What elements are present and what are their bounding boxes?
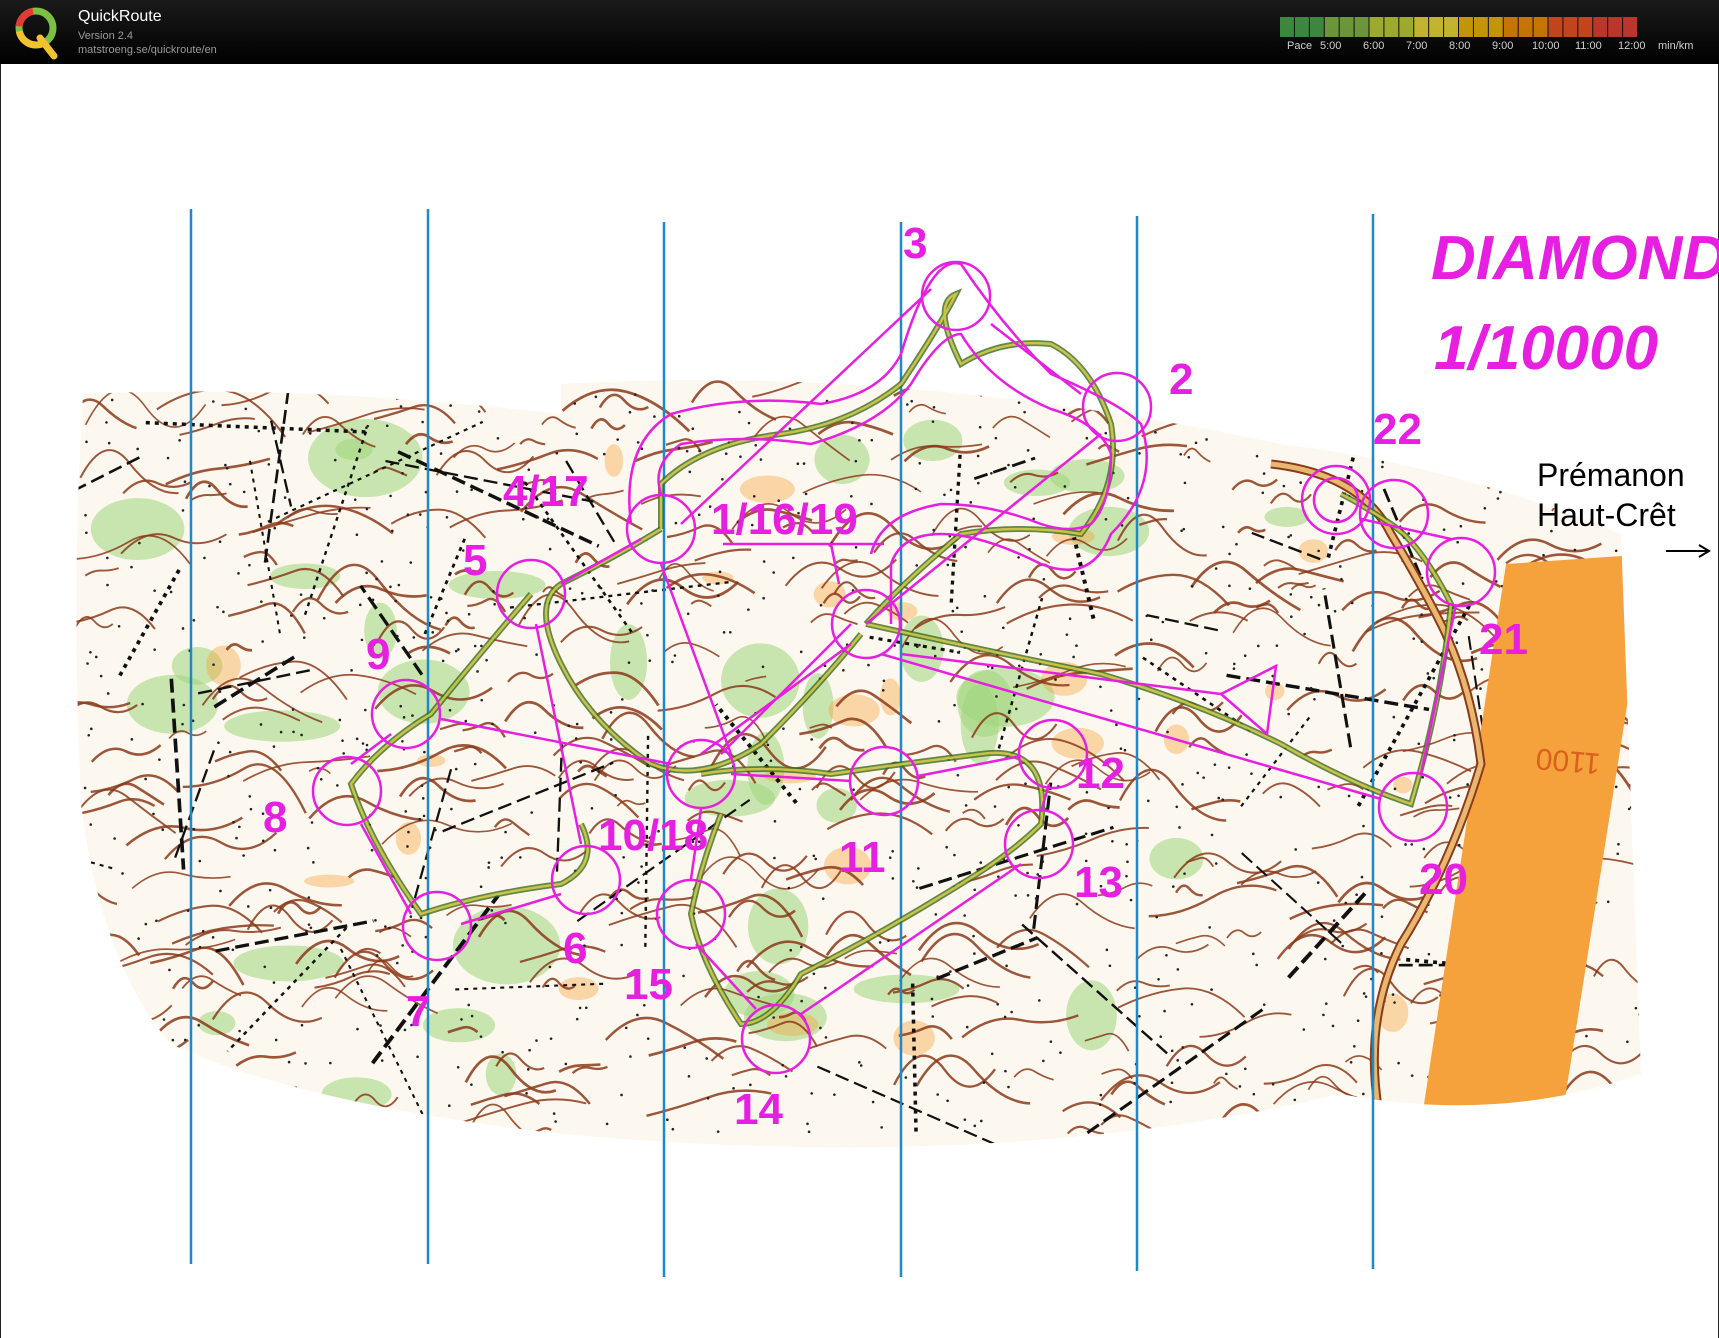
destination-line-1: Prémanon	[1537, 457, 1685, 493]
pace-swatch	[1518, 17, 1533, 37]
control-label: 6	[563, 924, 587, 973]
pace-swatch	[1563, 17, 1578, 37]
quickroute-logo-icon	[15, 7, 58, 60]
control-label: 1/16/19	[711, 495, 858, 544]
control-label: 20	[1419, 855, 1468, 904]
pace-swatch	[1384, 17, 1399, 37]
app-name: QuickRoute	[78, 8, 162, 25]
pace-swatch	[1324, 17, 1339, 37]
app-header: QuickRoute Version 2.4 matstroeng.se/qui…	[0, 0, 1719, 64]
pace-tick: 8:00	[1449, 40, 1471, 52]
pace-swatch	[1444, 17, 1458, 37]
pace-swatch	[1309, 17, 1324, 37]
pace-color-scale	[1280, 17, 1637, 37]
map-terrain	[76, 380, 1641, 1148]
pace-swatch	[1473, 17, 1488, 37]
pace-swatch	[1399, 17, 1414, 37]
pace-swatch	[1414, 17, 1429, 37]
pace-swatch	[1354, 17, 1369, 37]
pace-swatch	[1429, 17, 1444, 37]
pace-swatch	[1280, 17, 1294, 37]
pace-swatch	[1593, 17, 1608, 37]
control-label: 13	[1074, 858, 1123, 907]
control-label: 15	[624, 960, 673, 1009]
control-label: 14	[734, 1085, 783, 1134]
pace-swatch	[1339, 17, 1354, 37]
pace-tick: 6:00	[1363, 40, 1385, 52]
pace-swatch	[1608, 17, 1623, 37]
arrow-right-icon	[1666, 544, 1711, 558]
control-label: 3	[903, 219, 927, 268]
pace-tick: 7:00	[1406, 40, 1428, 52]
pace-swatch	[1488, 17, 1503, 37]
contour-height-label: 1100	[1534, 741, 1601, 779]
control-label: 10/18	[598, 811, 708, 860]
pace-swatch	[1623, 17, 1637, 37]
pace-tick: 5:00	[1320, 40, 1342, 52]
map-viewport[interactable]: 1/16/19 2 3 4/17 5 6 7 8 9 10/18 11 12 1…	[0, 64, 1719, 1338]
control-label: 7	[406, 987, 430, 1036]
pace-tick: 12:00	[1618, 40, 1646, 52]
map-scale: 1/10000	[1434, 314, 1658, 383]
pace-unit: min/km	[1658, 40, 1694, 52]
control-label: 2	[1169, 355, 1193, 404]
control-label: 21	[1479, 615, 1528, 664]
control-label: 12	[1076, 749, 1125, 798]
pace-swatch	[1533, 17, 1548, 37]
pace-tick: 10:00	[1532, 40, 1560, 52]
pace-tick: 9:00	[1492, 40, 1514, 52]
pace-swatch	[1369, 17, 1384, 37]
control-label: 5	[463, 536, 487, 585]
pace-swatch	[1294, 17, 1309, 37]
pace-swatch	[1503, 17, 1518, 37]
app-url[interactable]: matstroeng.se/quickroute/en	[78, 44, 217, 56]
pace-swatch	[1548, 17, 1563, 37]
orienteering-map[interactable]: 1/16/19 2 3 4/17 5 6 7 8 9 10/18 11 12 1…	[1, 64, 1719, 1338]
destination-line-2: Haut-Crêt	[1537, 497, 1676, 533]
pace-label: Pace	[1287, 40, 1313, 52]
pace-swatch	[1459, 17, 1473, 37]
control-label: 4/17	[503, 467, 589, 516]
pace-tick: 11:00	[1575, 40, 1602, 52]
control-label: 9	[366, 630, 390, 679]
control-label: 11	[839, 833, 886, 882]
control-label: 8	[263, 793, 287, 842]
control-label: 22	[1373, 405, 1422, 454]
app-version: Version 2.4	[78, 30, 134, 42]
map-title: DIAMOND	[1431, 224, 1719, 293]
pace-swatch	[1578, 17, 1593, 37]
